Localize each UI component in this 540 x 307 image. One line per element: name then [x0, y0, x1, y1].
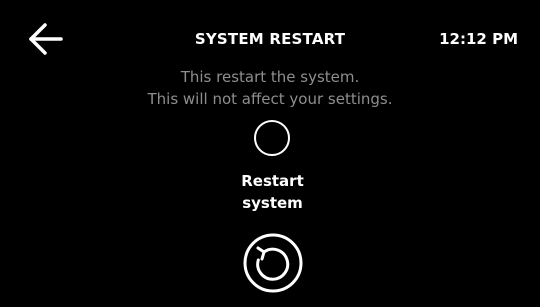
restart-option-label-line-2: system [242, 194, 303, 212]
message-line-1: This restart the system. [180, 68, 360, 86]
restart-button[interactable] [243, 233, 303, 293]
restart-option-radio[interactable] [254, 120, 290, 156]
system-restart-screen: SYSTEM RESTART 12:12 PM This restart the… [0, 0, 540, 307]
restart-option-label: Restart system [0, 170, 540, 214]
clock-time: 12:12 PM [439, 30, 518, 48]
restart-option-label-line-1: Restart [241, 172, 304, 190]
restart-icon [243, 233, 303, 293]
message-line-2: This will not affect your settings. [147, 90, 393, 108]
restart-message: This restart the system. This will not a… [0, 66, 540, 110]
